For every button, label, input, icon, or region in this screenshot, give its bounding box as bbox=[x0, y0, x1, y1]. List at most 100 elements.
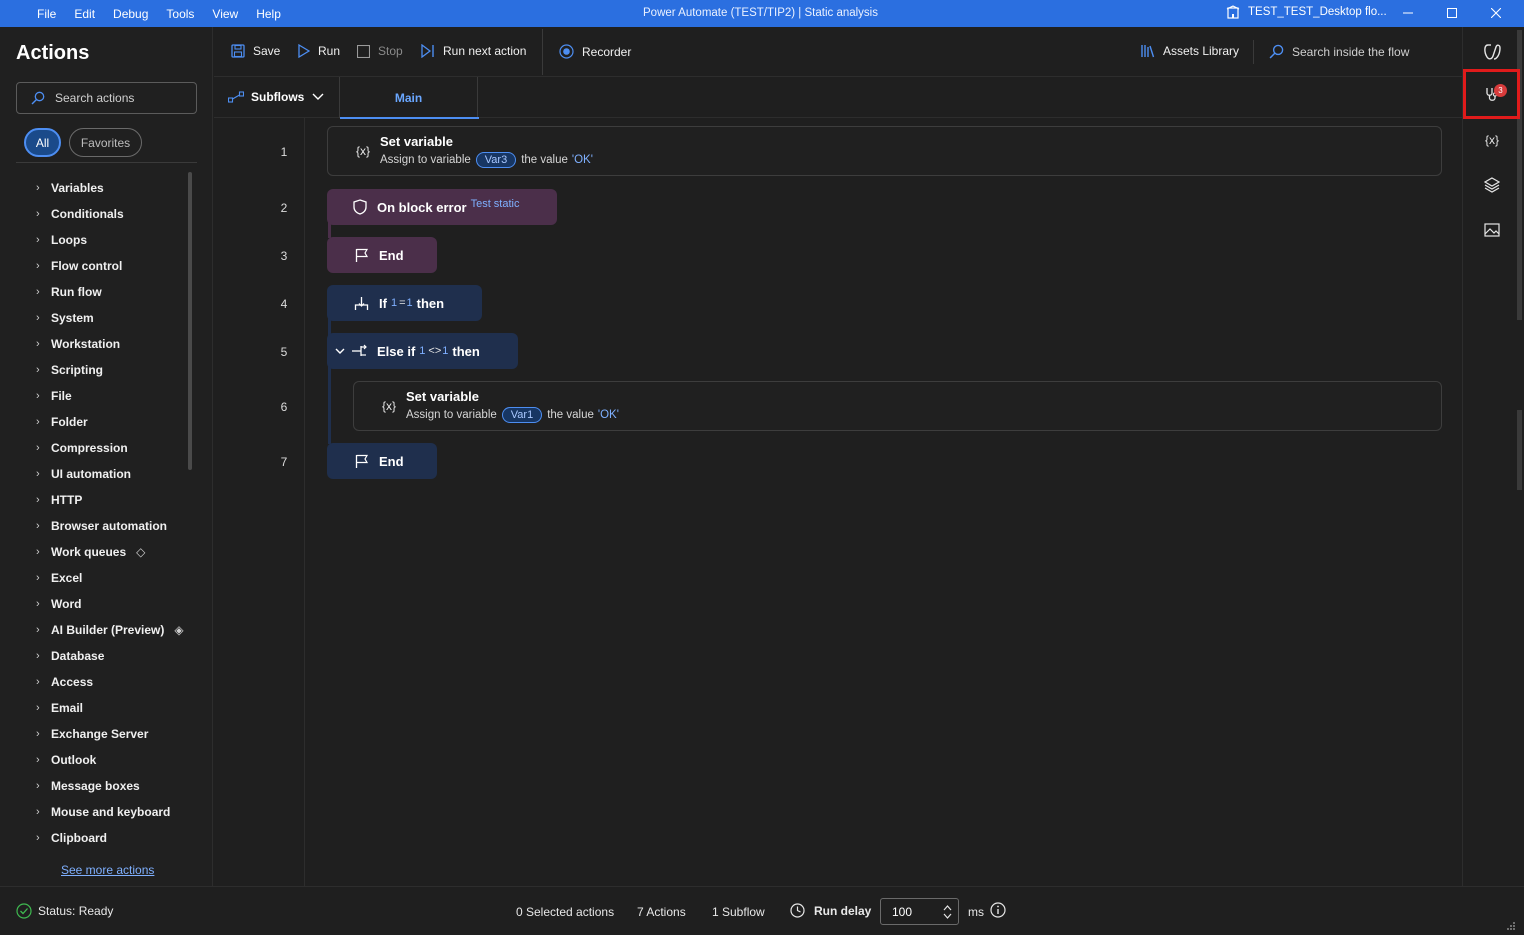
subflows-dropdown[interactable]: Subflows bbox=[228, 90, 331, 104]
run-delay-stepper[interactable]: 100 bbox=[880, 898, 959, 925]
menu-help[interactable]: Help bbox=[256, 7, 281, 21]
menu-file[interactable]: File bbox=[37, 7, 56, 21]
category-email[interactable]: › Email bbox=[0, 695, 190, 721]
stepper-arrows-icon[interactable] bbox=[943, 904, 952, 920]
chevron-right-icon: › bbox=[36, 650, 40, 662]
chevron-right-icon: › bbox=[36, 728, 40, 740]
chevron-right-icon: › bbox=[36, 832, 40, 844]
category-word[interactable]: › Word bbox=[0, 591, 190, 617]
category-excel[interactable]: › Excel bbox=[0, 565, 190, 591]
chevron-right-icon: › bbox=[36, 806, 40, 818]
see-more-actions-link[interactable]: See more actions bbox=[61, 863, 154, 877]
category-label: AI Builder (Preview) bbox=[51, 623, 165, 637]
category-exchange-server[interactable]: › Exchange Server bbox=[0, 721, 190, 747]
condition-left: 1 bbox=[419, 345, 426, 357]
filter-all-button[interactable]: All bbox=[24, 128, 61, 157]
run-button[interactable]: Run bbox=[298, 44, 340, 58]
assets-library-button[interactable]: Assets Library bbox=[1140, 44, 1239, 58]
description-prefix: Assign to variable bbox=[380, 154, 471, 166]
variables-button[interactable]: {x} bbox=[1481, 129, 1503, 151]
close-icon bbox=[1491, 8, 1501, 18]
category-scrollbar[interactable] bbox=[188, 172, 192, 470]
category-access[interactable]: › Access bbox=[0, 669, 190, 695]
chevron-down-icon[interactable] bbox=[335, 348, 345, 355]
category-work-queues[interactable]: › Work queues ◇ bbox=[0, 539, 190, 565]
copilot-icon bbox=[1484, 44, 1501, 60]
variable-pill[interactable]: Var1 bbox=[501, 407, 543, 423]
divider bbox=[16, 162, 197, 163]
category-run-flow[interactable]: › Run flow bbox=[0, 279, 190, 305]
search-flow-placeholder: Search inside the flow bbox=[1292, 44, 1410, 59]
rail-scrollbar-lower[interactable] bbox=[1517, 410, 1522, 490]
category-clipboard[interactable]: › Clipboard bbox=[0, 825, 190, 851]
category-variables[interactable]: › Variables bbox=[0, 175, 190, 201]
category-database[interactable]: › Database bbox=[0, 643, 190, 669]
filter-favorites-button[interactable]: Favorites bbox=[69, 128, 142, 157]
action-end[interactable]: End bbox=[327, 443, 437, 479]
chevron-down-icon bbox=[312, 93, 324, 100]
search-actions-input[interactable]: Search actions bbox=[16, 82, 197, 114]
maximize-button[interactable] bbox=[1442, 4, 1462, 22]
category-message-boxes[interactable]: › Message boxes bbox=[0, 773, 190, 799]
action-on-block-error[interactable]: On block error Test static bbox=[327, 189, 557, 225]
action-set-variable[interactable]: {x} Set variable Assign to variable Var1… bbox=[353, 381, 1442, 431]
variable-pill[interactable]: Var3 bbox=[475, 152, 517, 168]
tab-main[interactable]: Main bbox=[339, 77, 479, 119]
action-title: Set variable bbox=[380, 134, 453, 149]
run-delay-label-group: Run delay bbox=[790, 903, 871, 918]
category-file[interactable]: › File bbox=[0, 383, 190, 409]
category-conditionals[interactable]: › Conditionals bbox=[0, 201, 190, 227]
actions-panel: Actions Search actions All Favorites › Va… bbox=[0, 27, 213, 886]
menu-edit[interactable]: Edit bbox=[74, 7, 95, 21]
copilot-button[interactable] bbox=[1481, 41, 1503, 63]
search-flow-input[interactable]: Search inside the flow bbox=[1269, 44, 1409, 59]
menu-debug[interactable]: Debug bbox=[113, 7, 148, 21]
action-if[interactable]: If 1 = 1 then bbox=[327, 285, 482, 321]
category-folder[interactable]: › Folder bbox=[0, 409, 190, 435]
resize-grip-icon[interactable] bbox=[1506, 921, 1516, 931]
action-else-if[interactable]: Else if 1 <> 1 then bbox=[327, 333, 518, 369]
category-label: File bbox=[51, 389, 72, 403]
right-rail: {x} bbox=[1462, 27, 1524, 886]
recorder-button[interactable]: Recorder bbox=[559, 44, 631, 59]
category-ui-automation[interactable]: › UI automation bbox=[0, 461, 190, 487]
close-button[interactable] bbox=[1486, 4, 1506, 22]
window-title: Power Automate (TEST/TIP2) | Static anal… bbox=[643, 7, 878, 19]
category-mouse-keyboard[interactable]: › Mouse and keyboard bbox=[0, 799, 190, 825]
run-next-action-button[interactable]: Run next action bbox=[421, 44, 526, 58]
category-label: Exchange Server bbox=[51, 727, 149, 741]
category-system[interactable]: › System bbox=[0, 305, 190, 331]
stop-button[interactable]: Stop bbox=[357, 44, 403, 58]
flag-icon bbox=[355, 248, 369, 262]
category-label: Flow control bbox=[51, 259, 123, 273]
status-text: Status: Ready bbox=[38, 904, 114, 918]
save-button[interactable]: Save bbox=[231, 44, 280, 58]
images-button[interactable] bbox=[1481, 219, 1503, 241]
condition-operator: = bbox=[399, 297, 406, 309]
ui-elements-button[interactable] bbox=[1481, 174, 1503, 196]
account-selector[interactable]: TEST_TEST_Desktop flo... bbox=[1226, 5, 1387, 19]
line-number: 1 bbox=[280, 145, 288, 159]
category-ai-builder[interactable]: › AI Builder (Preview) ◈ bbox=[0, 617, 190, 643]
action-end[interactable]: End bbox=[327, 237, 437, 273]
category-compression[interactable]: › Compression bbox=[0, 435, 190, 461]
menu-tools[interactable]: Tools bbox=[166, 7, 194, 21]
menu-view[interactable]: View bbox=[212, 7, 238, 21]
subflows-icon bbox=[228, 91, 244, 103]
shield-icon bbox=[353, 199, 367, 215]
category-outlook[interactable]: › Outlook bbox=[0, 747, 190, 773]
minimize-button[interactable] bbox=[1398, 4, 1418, 22]
condition-operator: <> bbox=[428, 345, 442, 357]
category-flow-control[interactable]: › Flow control bbox=[0, 253, 190, 279]
category-loops[interactable]: › Loops bbox=[0, 227, 190, 253]
category-browser-automation[interactable]: › Browser automation bbox=[0, 513, 190, 539]
info-button[interactable] bbox=[990, 902, 1006, 918]
category-http[interactable]: › HTTP bbox=[0, 487, 190, 513]
category-scripting[interactable]: › Scripting bbox=[0, 357, 190, 383]
chevron-right-icon: › bbox=[36, 286, 40, 298]
toolbar: Save Run Stop Run next action Recorder A… bbox=[214, 27, 1462, 77]
condition-left: 1 bbox=[390, 297, 398, 309]
action-set-variable[interactable]: {x} Set variable Assign to variable Var3… bbox=[327, 126, 1442, 176]
category-label: Conditionals bbox=[51, 207, 124, 221]
category-workstation[interactable]: › Workstation bbox=[0, 331, 190, 357]
